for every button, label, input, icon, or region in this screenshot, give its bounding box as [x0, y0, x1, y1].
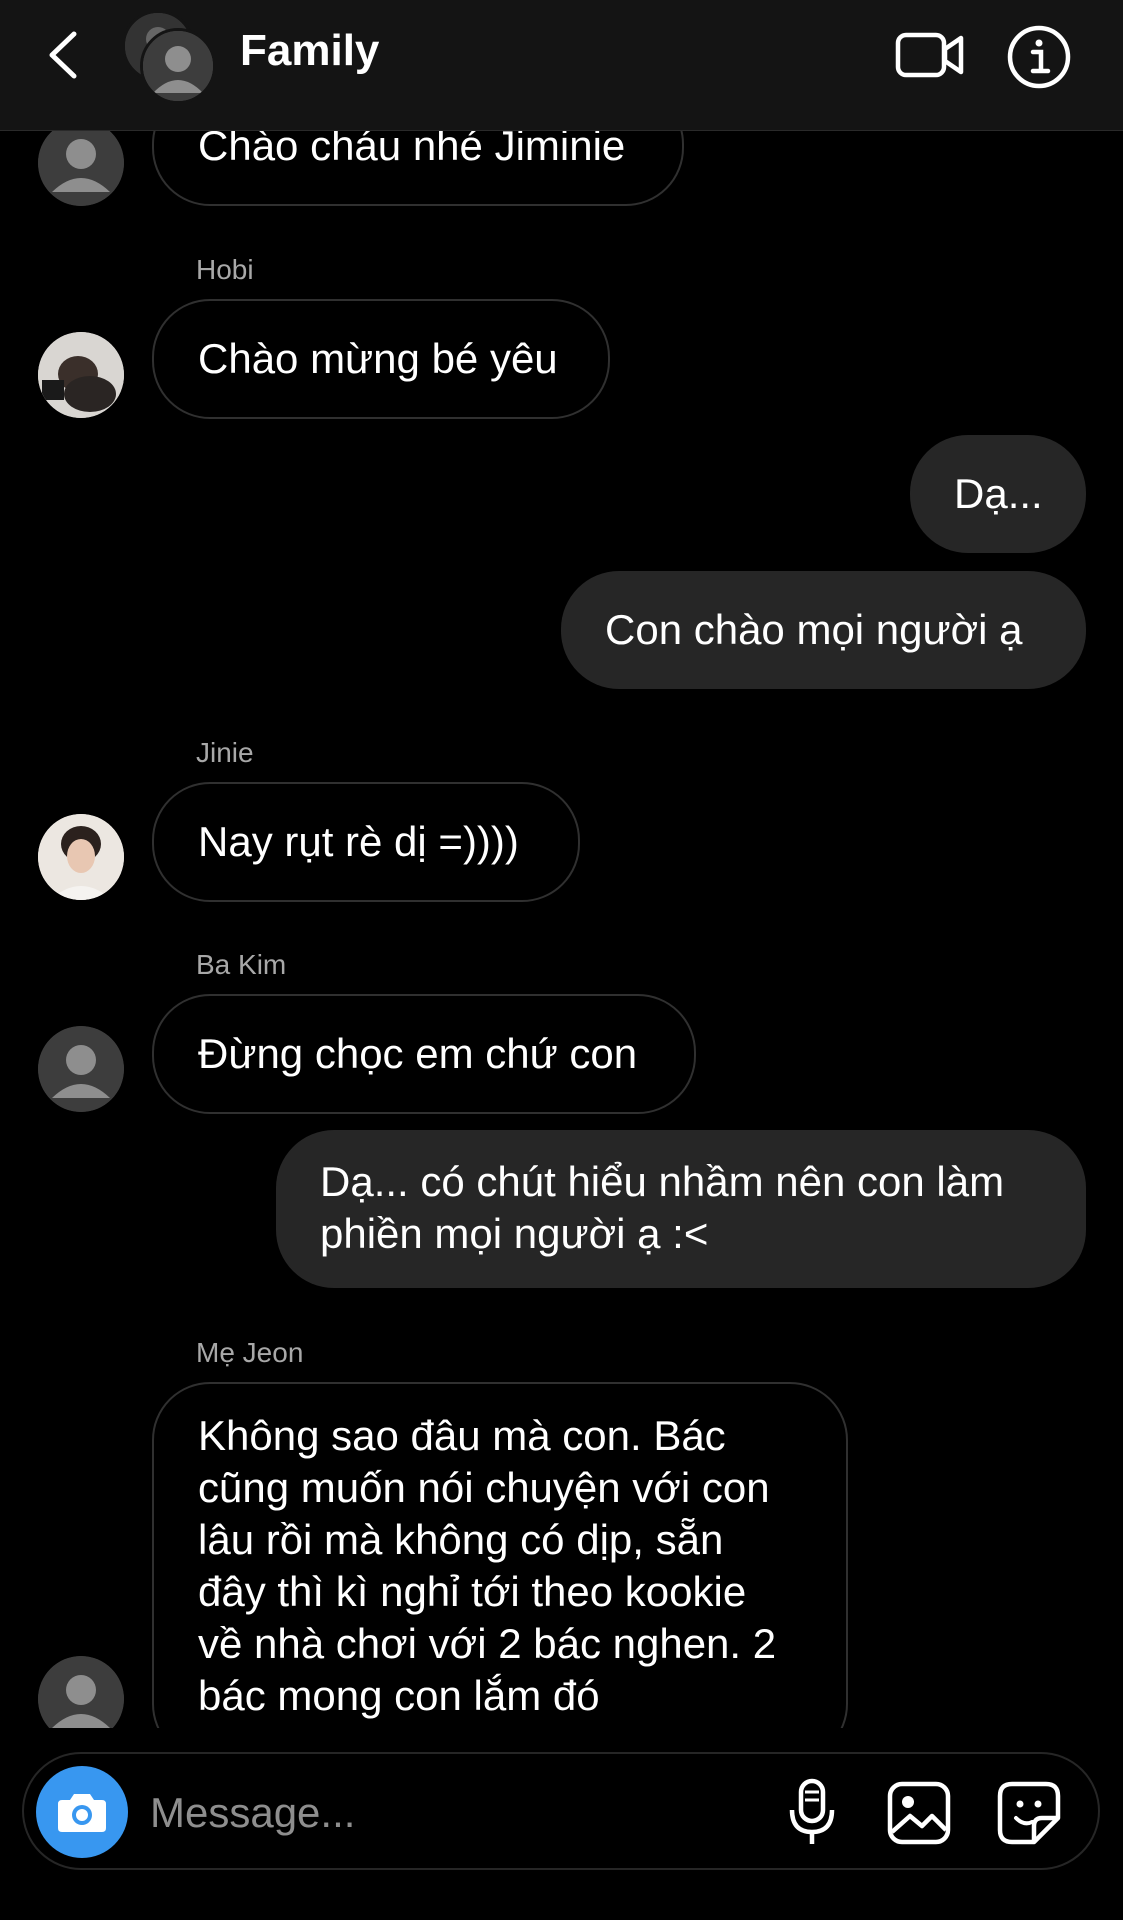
message-text: Dạ... — [954, 470, 1043, 517]
chevron-left-icon — [49, 31, 77, 79]
video-camera-icon — [895, 32, 964, 78]
message-bubble-incoming[interactable]: Không sao đâu mà con. Bác cũng muốn nói … — [152, 1382, 848, 1728]
microphone-button[interactable] — [782, 1778, 842, 1848]
image-icon — [887, 1781, 951, 1845]
avatar[interactable] — [38, 120, 124, 206]
avatar — [140, 28, 216, 104]
message-text-line: đây thì kì nghỉ tới theo kookie — [198, 1568, 747, 1615]
message-bubble-incoming[interactable]: Đừng chọc em chứ con — [152, 994, 696, 1114]
sender-name: Ba Kim — [196, 949, 287, 980]
microphone-icon — [789, 1778, 835, 1844]
camera-icon — [58, 1794, 106, 1832]
message-bubble-outgoing[interactable]: Dạ... — [910, 435, 1086, 553]
sticker-icon — [997, 1781, 1061, 1845]
info-button[interactable] — [1006, 24, 1072, 90]
message-text-line: bác mong con lắm đó — [198, 1672, 600, 1719]
sender-name: Hobi — [196, 254, 254, 285]
avatar[interactable] — [38, 1026, 124, 1112]
group-avatar[interactable] — [122, 10, 222, 104]
sender-name: Jinie — [196, 737, 254, 768]
message-text-line: phiền mọi người ạ :< — [320, 1210, 709, 1257]
avatar[interactable] — [38, 1656, 124, 1728]
message-text: Đừng chọc em chứ con — [198, 1030, 638, 1077]
message-text: Con chào mọi người ạ — [605, 606, 1023, 653]
chat-title[interactable]: Family — [240, 26, 379, 76]
message-bubble-incoming[interactable]: Chào mừng bé yêu — [152, 299, 610, 419]
message-text-line: Không sao đâu mà con. Bác — [198, 1412, 726, 1459]
chat-header: Family — [0, 0, 1123, 131]
back-button[interactable] — [40, 28, 90, 82]
sticker-button[interactable] — [996, 1780, 1062, 1846]
avatar[interactable] — [38, 814, 124, 900]
info-icon — [1007, 25, 1071, 89]
message-list[interactable]: Chào cháu nhé Jiminie Hobi Chào mừng bé … — [0, 0, 1123, 1728]
message-input[interactable] — [148, 1782, 632, 1844]
message-text-line: về nhà chơi với 2 bác nghen. 2 — [198, 1620, 777, 1667]
avatar[interactable] — [38, 332, 124, 418]
gallery-button[interactable] — [886, 1780, 952, 1846]
message-composer — [22, 1752, 1100, 1870]
video-call-button[interactable] — [895, 28, 965, 82]
camera-button[interactable] — [36, 1766, 128, 1858]
message-bubble-outgoing[interactable]: Dạ... có chút hiểu nhầm nên con làm phiề… — [276, 1130, 1086, 1288]
chat-screen: Chào cháu nhé Jiminie Hobi Chào mừng bé … — [0, 0, 1123, 1920]
message-bubble-incoming[interactable]: Nay rụt rè dị =)))) — [152, 782, 580, 902]
message-bubble-outgoing[interactable]: Con chào mọi người ạ — [561, 571, 1086, 689]
message-text-line: lâu rồi mà không có dịp, sẵn — [198, 1516, 724, 1563]
bottom-safe-area — [0, 1880, 1123, 1920]
message-text-line: cũng muốn nói chuyện với con — [198, 1464, 770, 1511]
message-text-line: Dạ... có chút hiểu nhầm nên con làm — [320, 1158, 1005, 1205]
message-text: Nay rụt rè dị =)))) — [198, 818, 519, 865]
sender-name: Mẹ Jeon — [196, 1337, 304, 1368]
message-text: Chào mừng bé yêu — [198, 335, 558, 382]
